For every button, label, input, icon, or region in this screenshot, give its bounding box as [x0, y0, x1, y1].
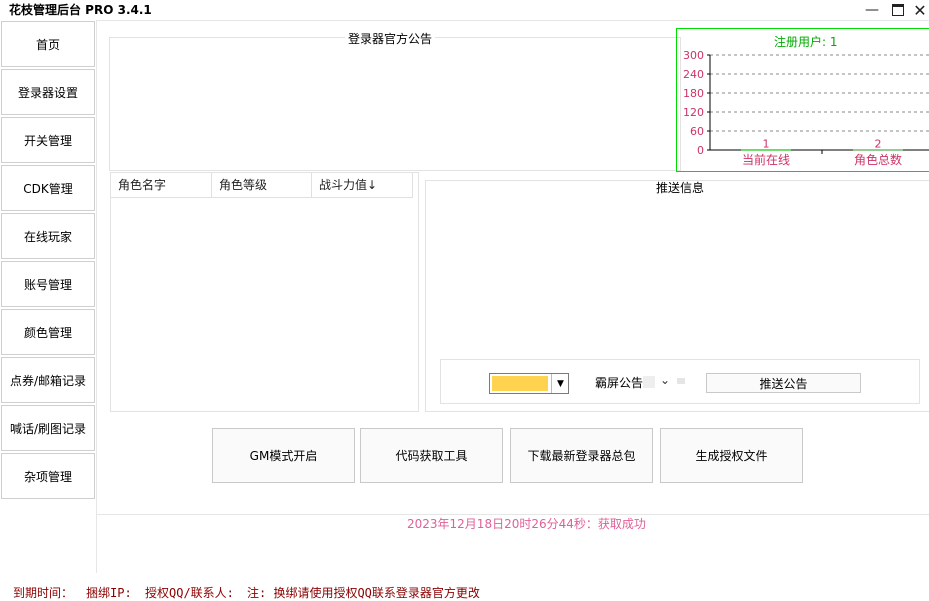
color-swatch — [492, 376, 548, 391]
push-type-select[interactable]: 霸屏公告 ⌄ — [593, 373, 677, 391]
status-message: 2023年12月18日20时26分44秒：获取成功 — [407, 517, 646, 531]
announcement-panel — [109, 37, 681, 171]
bar-value-label: 2 — [875, 137, 882, 150]
footer-note: 注: 换绑请使用授权QQ联系登录器官方更改 — [247, 586, 480, 600]
color-picker[interactable]: ▼ — [489, 373, 569, 394]
sidebar-item-label: 开关管理 — [23, 133, 72, 148]
role-table: 角色名字 角色等级 战斗力值↓ — [110, 172, 419, 412]
push-controls: ▼ 霸屏公告 ⌄ 推送公告 — [440, 359, 920, 404]
close-button[interactable]: ✕ — [908, 0, 929, 20]
footer-qq-label: 授权QQ/联系人: — [145, 586, 234, 600]
sidebar-item-color-management[interactable]: 颜色管理 — [1, 309, 95, 355]
push-title: 推送信息 — [656, 181, 705, 195]
y-tick-label: 180 — [683, 87, 704, 100]
chart-canvas: 注册用户: 1 0 60 120 180 240 300 1当前在线 2 角色总数 — [683, 34, 929, 167]
y-tick-label: 300 — [683, 49, 704, 62]
announcement-title: 登录器官方公告 — [345, 30, 436, 47]
y-tick-label: 60 — [690, 125, 704, 138]
chevron-down-icon[interactable]: ▼ — [551, 374, 569, 393]
footer-expire-label: 到期时间： — [13, 586, 74, 600]
header-divider — [111, 197, 413, 198]
column-header-role-level[interactable]: 角色等级 — [212, 173, 312, 197]
x-category-label: 角色总数 — [854, 152, 902, 167]
column-header-role-name[interactable]: 角色名字 — [111, 173, 212, 197]
sidebar-item-cdk-management[interactable]: CDK管理 — [1, 165, 95, 211]
y-tick-label: 120 — [683, 106, 704, 119]
chart-title: 注册用户: 1 — [774, 34, 838, 49]
title-bar: 花枝管理后台 PRO 3.4.1 — ✕ — [0, 0, 929, 20]
maximize-icon — [892, 4, 904, 16]
column-header-combat-power[interactable]: 战斗力值↓ — [312, 173, 413, 197]
generate-license-button[interactable]: 生成授权文件 — [660, 428, 803, 483]
sidebar-item-label: 登录器设置 — [17, 85, 78, 100]
sidebar-item-switch-management[interactable]: 开关管理 — [1, 117, 95, 163]
gm-mode-button[interactable]: GM模式开启 — [212, 428, 355, 483]
y-tick-label: 0 — [697, 144, 704, 157]
bar-value-label: 1 — [763, 138, 770, 151]
maximize-button[interactable] — [886, 0, 910, 20]
close-icon: ✕ — [913, 0, 927, 20]
select-highlight — [643, 376, 655, 388]
sidebar-item-label: 杂项管理 — [23, 469, 72, 484]
sidebar-item-label: 账号管理 — [23, 277, 72, 292]
sidebar-item-home[interactable]: 首页 — [1, 21, 95, 67]
sidebar-item-misc-management[interactable]: 杂项管理 — [1, 453, 95, 499]
minimize-button[interactable]: — — [860, 0, 884, 20]
sidebar-item-label: 在线玩家 — [23, 229, 72, 244]
sidebar-item-shout-records[interactable]: 喊话/刷图记录 — [1, 405, 95, 451]
code-tool-button[interactable]: 代码获取工具 — [360, 428, 503, 483]
sidebar-item-launcher-settings[interactable]: 登录器设置 — [1, 69, 95, 115]
registered-users-chart: 注册用户: 1 0 60 120 180 240 300 1 当前在线 2 角色总数 — [676, 28, 929, 172]
sidebar-item-label: CDK管理 — [23, 181, 73, 196]
sidebar-item-account-management[interactable]: 账号管理 — [1, 261, 95, 307]
push-type-value: 霸屏公告 — [595, 376, 644, 390]
sidebar-item-label: 喊话/刷图记录 — [9, 421, 87, 436]
minimize-icon: — — [865, 2, 879, 18]
sidebar-item-label: 颜色管理 — [23, 325, 72, 340]
sidebar-item-label: 点券/邮箱记录 — [9, 373, 87, 388]
small-marker — [677, 378, 685, 384]
y-tick-label: 240 — [683, 68, 704, 81]
x-category-label: 当前在线 — [742, 152, 790, 167]
sidebar-item-online-players[interactable]: 在线玩家 — [1, 213, 95, 259]
sidebar-item-coupon-mail-records[interactable]: 点券/邮箱记录 — [1, 357, 95, 403]
download-launcher-button[interactable]: 下载最新登录器总包 — [510, 428, 653, 483]
footer-bind-ip-label: 捆绑IP: — [86, 586, 132, 600]
window-title: 花枝管理后台 PRO 3.4.1 — [9, 3, 152, 17]
chevron-down-icon: ⌄ — [660, 373, 671, 387]
push-announcement-button[interactable]: 推送公告 — [706, 373, 861, 393]
sidebar-item-label: 首页 — [35, 37, 60, 52]
